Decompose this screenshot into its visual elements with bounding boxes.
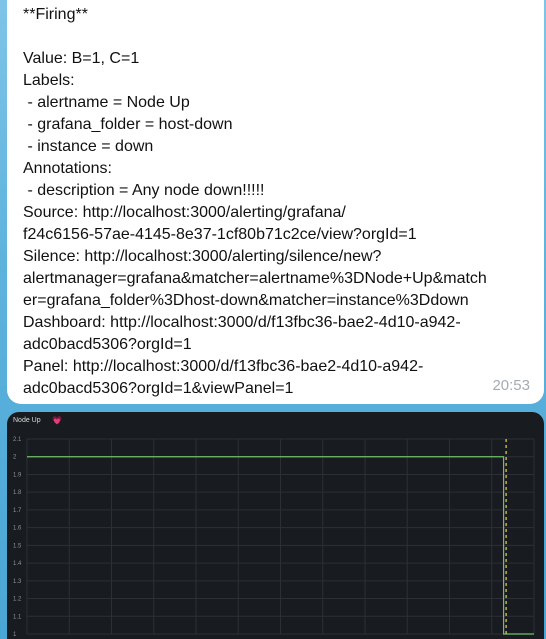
y-tick-label: 2.1 — [13, 437, 22, 443]
y-tick-label: 1.8 — [13, 490, 22, 496]
message-line: Source: http://localhost:3000/alerting/g… — [23, 204, 346, 221]
message-text[interactable]: **Firing** Value: B=1, C=1 Labels: - alert… — [23, 4, 544, 400]
message-line: alertmanager=grafana&matcher=alertname%3… — [23, 270, 487, 287]
message-time: 20:53 — [492, 377, 530, 394]
message-line: Silence: http://localhost:3000/alerting/… — [23, 248, 382, 265]
y-tick-label: 1.6 — [13, 526, 22, 532]
message-line: **Firing** — [23, 6, 88, 23]
message-line: - grafana_folder = host-down — [23, 116, 233, 133]
panel-title: Node Up — [13, 417, 41, 424]
message-line: Dashboard: http://localhost:3000/d/f13fb… — [23, 314, 461, 331]
grafana-panel-image[interactable]: 2.1 2 1.9 1.8 1.7 1.6 1.5 1.4 1.3 1.2 1.1 1 Node Up… — [7, 412, 544, 639]
y-tick-label: 1.7 — [13, 508, 22, 514]
message-line: f24c6156-57ae-4145-8e37-1cf80b71c2ce/vie… — [23, 226, 417, 243]
message-bubble: **Firing** Value: B=1, C=1 Labels: - alert… — [7, 0, 544, 404]
message-line: Labels: — [23, 72, 75, 89]
message-line: - description = Any node down!!!!! — [23, 182, 265, 199]
line-chart: 2.1 2 1.9 1.8 1.7 1.6 1.5 1.4 1.3 1.2 1.1 1 — [13, 437, 535, 638]
y-tick-label: 1 — [13, 632, 17, 638]
message-line: Annotations: — [23, 160, 112, 177]
y-tick-label: 1.4 — [13, 561, 22, 567]
y-tick-label: 2 — [13, 455, 17, 461]
message-line: - alertname = Node Up — [23, 94, 190, 111]
message-line: adc0bacd5306?orgId=1&viewPanel=1 — [23, 380, 294, 397]
message-line: Value: B=1, C=1 — [23, 50, 140, 67]
message-line: adc0bacd5306?orgId=1 — [23, 336, 192, 353]
y-tick-label: 1.2 — [13, 597, 22, 603]
message-line: - instance = down — [23, 138, 154, 155]
message-line: Panel: http://localhost:3000/d/f13fbc36-… — [23, 358, 424, 375]
message-line: er=grafana_folder%3Dhost-down&matcher=in… — [23, 292, 469, 309]
y-tick-label: 1.9 — [13, 472, 22, 478]
heart-icon: 💗 — [52, 416, 62, 425]
message-line — [23, 26, 544, 48]
y-tick-label: 1.3 — [13, 579, 22, 585]
y-tick-label: 1.5 — [13, 543, 22, 549]
y-tick-label: 1.1 — [13, 614, 22, 620]
